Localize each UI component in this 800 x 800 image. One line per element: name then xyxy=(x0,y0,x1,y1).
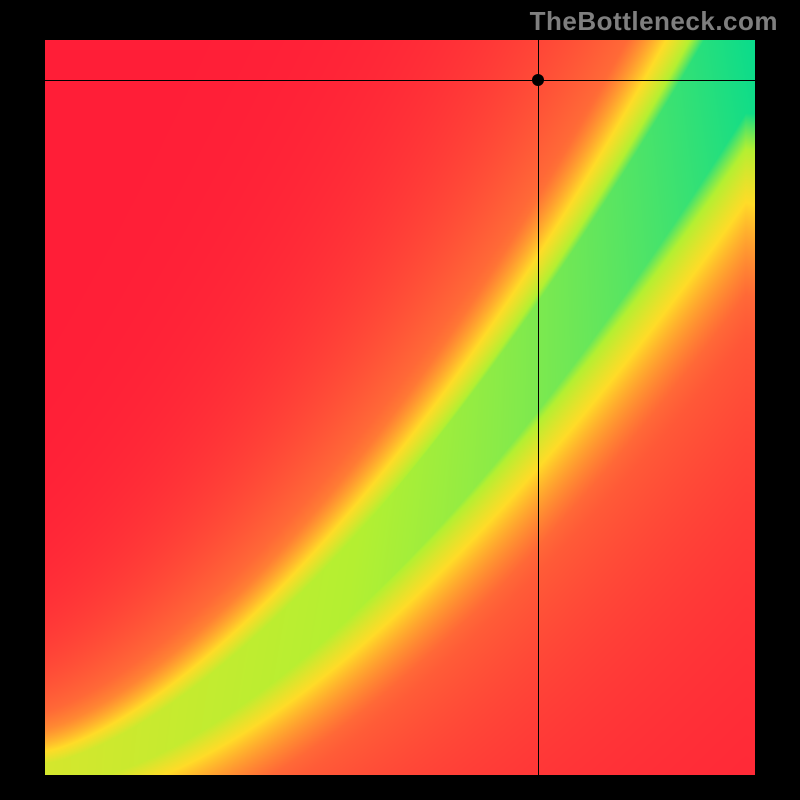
crosshair-marker xyxy=(532,74,544,86)
heatmap-plot xyxy=(45,40,755,775)
chart-stage: TheBottleneck.com xyxy=(0,0,800,800)
watermark-text: TheBottleneck.com xyxy=(530,6,778,37)
crosshair-horizontal-line xyxy=(45,80,755,81)
heatmap-canvas xyxy=(45,40,755,775)
crosshair-vertical-line xyxy=(538,40,539,775)
